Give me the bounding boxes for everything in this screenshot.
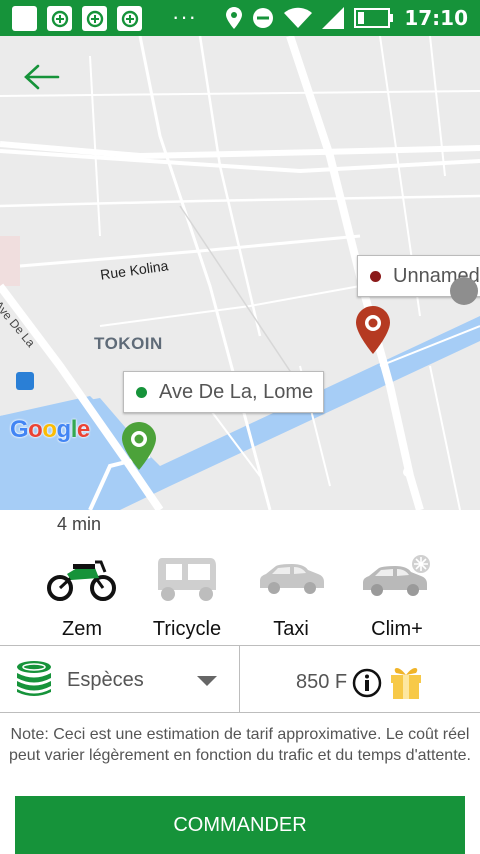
google-letter: G (10, 416, 29, 443)
pickup-pin-icon[interactable] (122, 422, 156, 470)
vehicle-label: Clim+ (371, 618, 423, 640)
vehicle-option-taxi[interactable]: Taxi (241, 546, 341, 644)
fare-note: Note: Ceci est une estimation de tarif a… (9, 726, 471, 764)
google-letter: g (56, 416, 72, 443)
destination-dot (370, 270, 381, 282)
location-icon (226, 7, 243, 29)
dropdown-caret-icon (197, 676, 217, 686)
ac-car-icon (363, 555, 430, 596)
clock: 17:10 (404, 6, 468, 30)
pickup-dot (136, 386, 147, 398)
vehicle-label: Tricycle (152, 618, 222, 640)
app-root: ··· 17:10 Rue Kolina Ave De La TOKOIN Go… (0, 0, 480, 854)
map-control-icon[interactable] (450, 277, 478, 305)
order-button[interactable]: COMMANDER (15, 796, 465, 854)
vehicle-option-zem[interactable]: Zem (32, 546, 132, 644)
coins-icon (17, 661, 51, 696)
vehicle-option-tricycle[interactable]: Tricycle (137, 546, 237, 644)
battery-icon (354, 8, 394, 28)
back-arrow-icon[interactable] (22, 62, 62, 92)
wifi-icon (284, 7, 313, 28)
google-logo: Google (10, 416, 90, 444)
estimated-price: 850 F (296, 671, 348, 693)
district-label: TOKOIN (94, 334, 163, 353)
info-icon[interactable] (352, 668, 382, 698)
car-icon (260, 564, 324, 594)
google-letter: o (42, 416, 57, 443)
status-bar: ··· 17:10 (0, 0, 480, 36)
app-notification-icon (117, 6, 142, 31)
signal-icon (322, 7, 345, 29)
destination-pin-icon[interactable] (356, 306, 390, 354)
vehicle-option-clim[interactable]: Clim+ (347, 546, 447, 644)
system-icons: 17:10 (226, 6, 468, 30)
do-not-disturb-icon (253, 8, 274, 28)
map-view[interactable]: Rue Kolina Ave De La TOKOIN Google Ave D… (0, 36, 480, 510)
vehicle-label: Taxi (273, 618, 309, 640)
tricycle-icon (158, 558, 216, 601)
more-notifications-icon: ··· (172, 4, 197, 29)
pickup-address: Ave De La, Lome (159, 380, 314, 403)
gift-icon[interactable] (388, 662, 424, 700)
vehicle-label: Zem (62, 618, 102, 640)
pickup-address-bubble[interactable]: Ave De La, Lome (123, 371, 325, 413)
app-notification-icon (47, 6, 72, 31)
blank-notification-icon (12, 6, 37, 31)
payment-method-value: Espèces (67, 669, 144, 691)
notification-icons (12, 6, 142, 31)
app-notification-icon (82, 6, 107, 31)
payment-row: Espèces 850 F (0, 645, 480, 713)
payment-method-selector[interactable]: Espèces (0, 646, 240, 712)
google-letter: o (28, 416, 43, 443)
eta-label: 4 min (57, 514, 102, 534)
google-letter: e (76, 416, 90, 443)
bus-stop-icon (16, 372, 34, 390)
vehicle-selector: Zem Tricycle Taxi Clim+ (0, 546, 480, 646)
motorcycle-icon (47, 560, 116, 601)
